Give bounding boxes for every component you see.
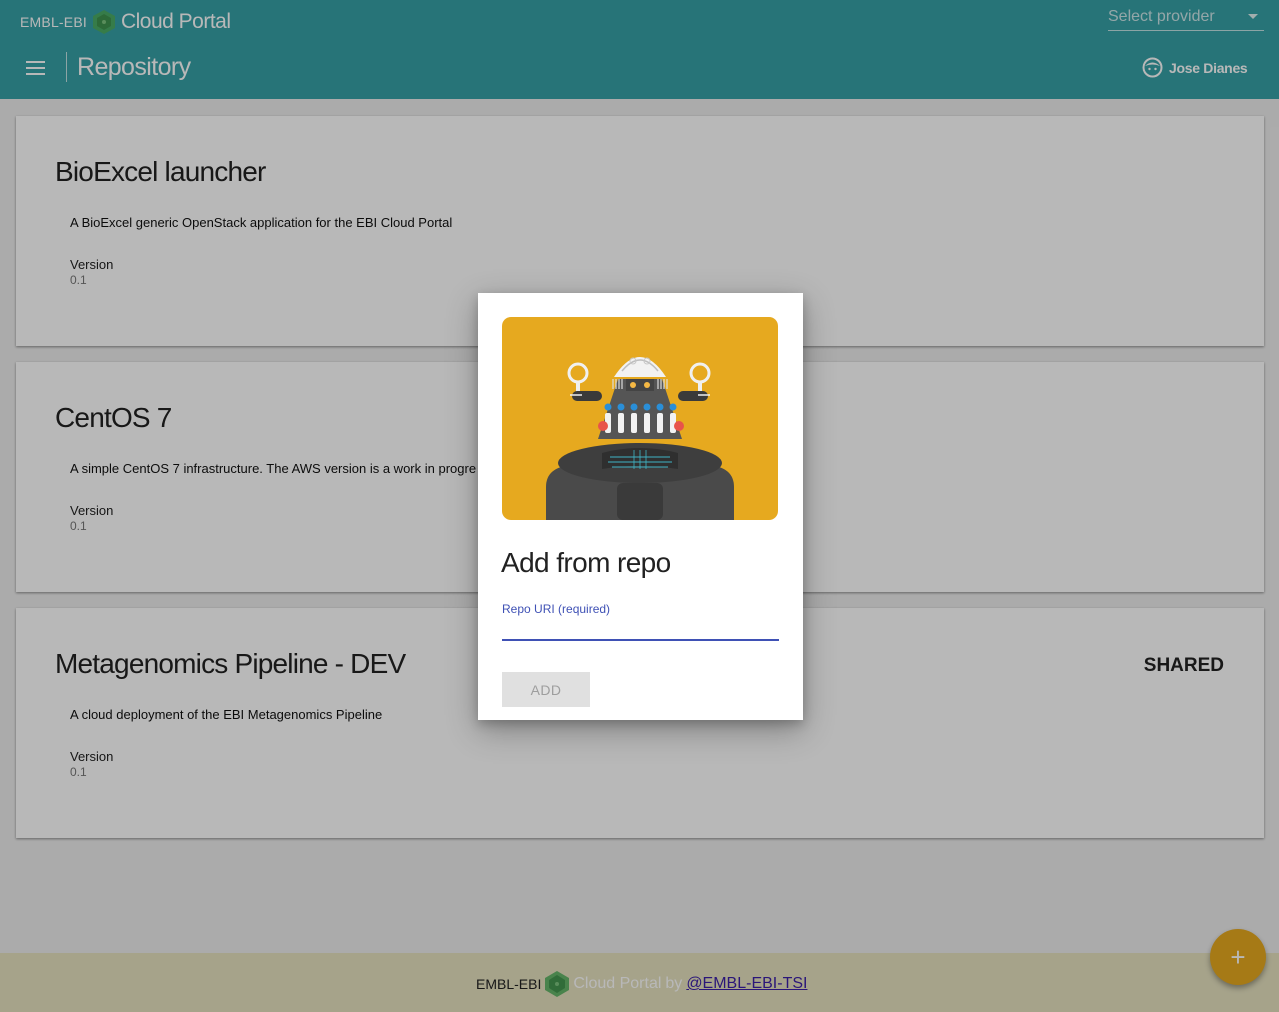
repo-uri-input[interactable] [502,615,779,641]
add-button[interactable]: ADD [502,672,590,707]
add-from-repo-dialog: Add from repo Repo URI (required) ADD [478,293,803,720]
robot-illustration [502,317,778,520]
repo-uri-label: Repo URI (required) [502,602,611,616]
dialog-title: Add from repo [501,547,671,578]
